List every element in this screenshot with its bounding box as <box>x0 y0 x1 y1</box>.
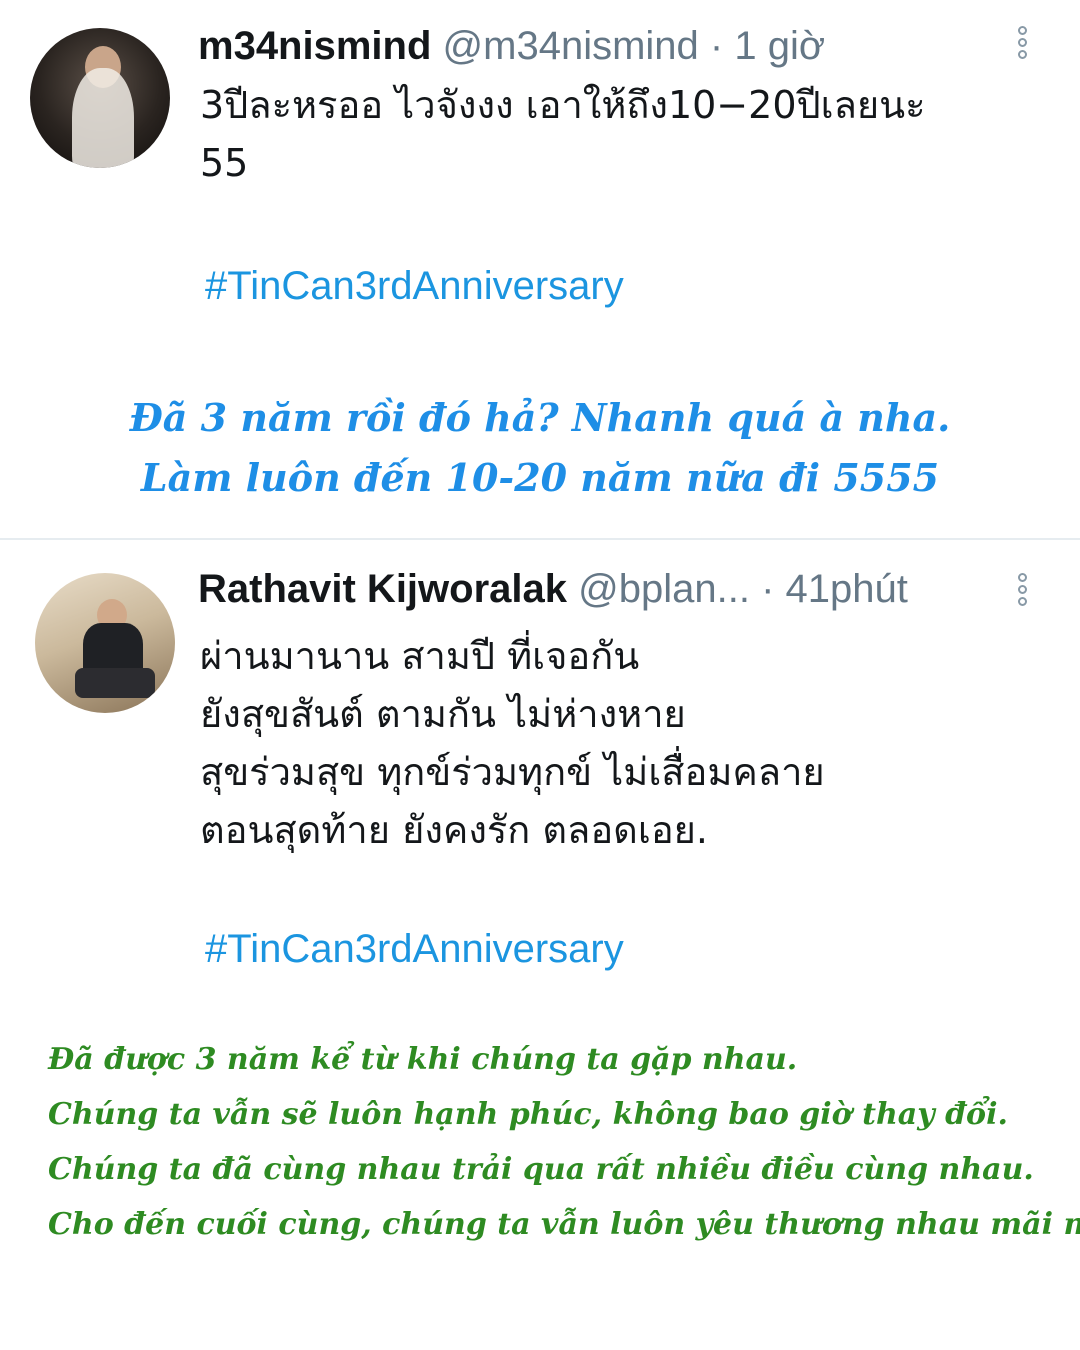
translation-caption: Đã 3 năm rồi đó hả? Nhanh quá à nha. Làm… <box>0 388 1080 508</box>
tweet-text-line: ยังสุขสันต์ ตามกัน ไม่ห่างหาย <box>200 692 686 736</box>
user-handle[interactable]: @m34nismind <box>443 24 699 68</box>
tweet-text-line: ตอนสุดท้าย ยังคงรัก ตลอดเอย. <box>200 808 708 852</box>
translation-caption: Đã được 3 năm kể từ khi chúng ta gặp nha… <box>48 1032 1080 1252</box>
caption-line: Đã 3 năm rồi đó hả? Nhanh quá à nha. <box>129 395 951 440</box>
caption-line: Đã được 3 năm kể từ khi chúng ta gặp nha… <box>48 1042 798 1077</box>
separator-dot: · <box>761 567 775 611</box>
tweet-header: Rathavit Kijworalak @bplan... · 41phút <box>198 565 908 613</box>
tweet-text-line: 55 <box>200 141 249 185</box>
avatar-figure <box>72 68 134 168</box>
more-vertical-icon[interactable] <box>1018 26 1032 66</box>
caption-line: Làm luôn đến 10-20 năm nữa đi 5555 <box>140 455 940 500</box>
tweet-text: ผ่านมานาน สามปี ที่เจอกัน ยังสุขสันต์ ตา… <box>200 627 1060 859</box>
more-vertical-icon[interactable] <box>1018 573 1032 613</box>
timestamp[interactable]: 1 giờ <box>734 24 825 68</box>
avatar[interactable] <box>35 573 175 713</box>
tweet-text-line: สุขร่วมสุข ทุกข์ร่วมทุกข์ ไม่เสื่อมคลาย <box>200 750 825 794</box>
divider <box>0 538 1080 540</box>
tweet-text-line: ผ่านมานาน สามปี ที่เจอกัน <box>200 634 640 678</box>
caption-line: Cho đến cuối cùng, chúng ta vẫn luôn yêu… <box>48 1207 1080 1242</box>
tweet-header: m34nismind @m34nismind · 1 giờ <box>198 22 825 70</box>
avatar[interactable] <box>30 28 170 168</box>
tweet-text-line: 3ปีละหรออ ไวจังงง เอาให้ถึง10−20ปีเลยนะ <box>200 83 926 127</box>
caption-line: Chúng ta đã cùng nhau trải qua rất nhiều… <box>48 1152 1034 1187</box>
timestamp[interactable]: 41phút <box>786 567 908 611</box>
avatar-chair <box>75 668 155 698</box>
hashtag-link[interactable]: #TinCan3rdAnniversary <box>205 262 624 310</box>
tweet-card[interactable]: Rathavit Kijworalak @bplan... · 41phút ผ… <box>0 545 1080 1005</box>
caption-line: Chúng ta vẫn sẽ luôn hạnh phúc, không ba… <box>48 1097 1008 1132</box>
tweet-card[interactable]: m34nismind @m34nismind · 1 giờ 3ปีละหรออ… <box>0 0 1080 340</box>
separator-dot: · <box>709 24 724 68</box>
tweet-text: 3ปีละหรออ ไวจังงง เอาให้ถึง10−20ปีเลยนะ … <box>200 76 1060 192</box>
display-name[interactable]: m34nismind <box>198 24 431 68</box>
hashtag-link[interactable]: #TinCan3rdAnniversary <box>205 925 624 973</box>
user-handle[interactable]: @bplan... <box>578 567 750 611</box>
display-name[interactable]: Rathavit Kijworalak <box>198 567 567 611</box>
